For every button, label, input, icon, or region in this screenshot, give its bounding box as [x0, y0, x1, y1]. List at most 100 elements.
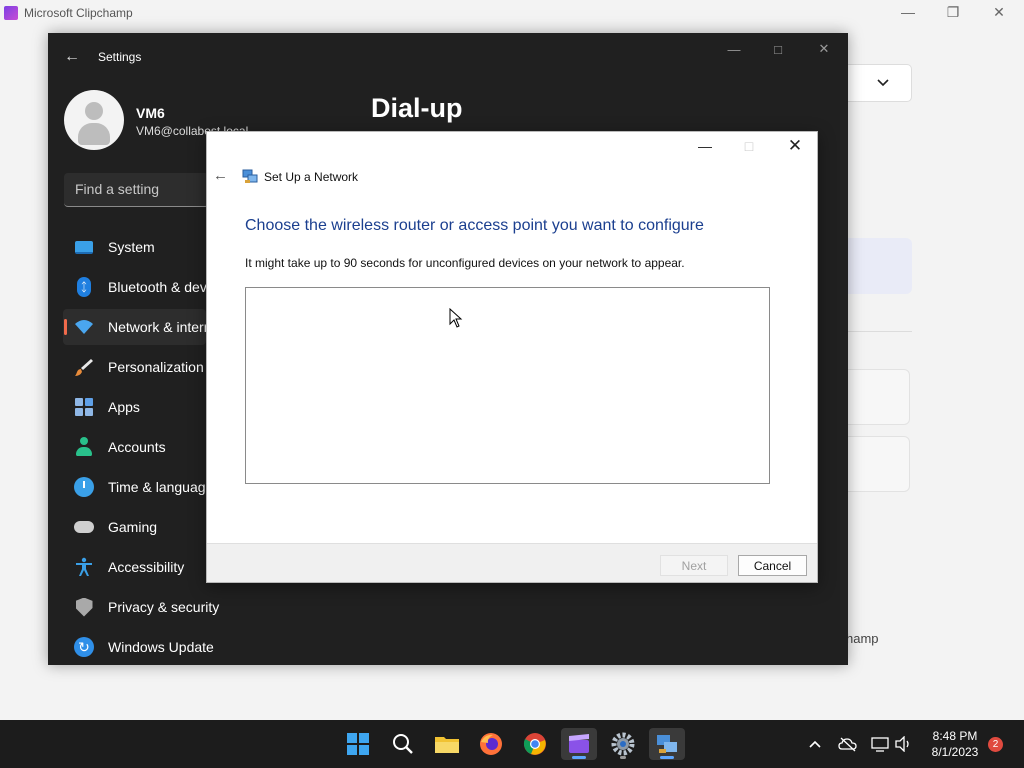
sidebar-item-label: Apps: [108, 399, 140, 415]
sidebar-item-apps[interactable]: Apps: [63, 389, 206, 425]
page-title: Dial-up: [371, 93, 463, 123]
running-indicator: [620, 756, 626, 759]
chrome-icon: [523, 733, 546, 755]
notification-badge[interactable]: 2: [988, 737, 1003, 752]
mouse-cursor-icon: [449, 308, 463, 328]
gear-icon: [611, 732, 635, 756]
clipchamp-logo-icon: [4, 6, 18, 20]
sidebar-item-label: Bluetooth & devices: [108, 279, 206, 295]
user-name: VM6: [136, 105, 165, 121]
folder-icon: [435, 737, 459, 753]
network-setup-taskbar-button[interactable]: [649, 728, 685, 760]
start-button[interactable]: [340, 728, 376, 760]
search-button[interactable]: [385, 728, 421, 760]
taskbar-clock[interactable]: 8:48 PM 8/1/2023: [920, 728, 990, 760]
clipchamp-highlight-card: [848, 238, 912, 294]
clipchamp-window-title: Microsoft Clipchamp: [24, 6, 133, 20]
ethernet-icon: [871, 737, 889, 752]
settings-minimize-button[interactable]: —: [714, 39, 754, 59]
speaker-icon: [895, 736, 909, 752]
dialog-minimize-button[interactable]: —: [683, 132, 727, 160]
search-icon: [393, 734, 413, 754]
sidebar-item-personalization[interactable]: Personalization: [63, 349, 206, 385]
shield-icon: [74, 597, 94, 617]
clipchamp-icon: [569, 734, 589, 753]
search-input[interactable]: [64, 173, 204, 205]
show-hidden-icons-button[interactable]: [808, 720, 822, 768]
sidebar-item-accounts[interactable]: Accounts: [63, 429, 206, 465]
dialog-footer: Next Cancel: [207, 543, 817, 582]
avatar-body: [78, 123, 110, 145]
running-indicator: [572, 756, 586, 759]
sidebar-item-accessibility[interactable]: Accessibility: [63, 549, 206, 585]
cloud-offline-icon: [838, 737, 857, 752]
settings-taskbar-button[interactable]: [605, 728, 641, 760]
chevron-up-icon: [809, 740, 821, 748]
accessibility-icon: [74, 557, 94, 577]
update-icon: ↻: [74, 637, 94, 657]
windows-logo-icon: [347, 733, 369, 755]
network-tray-button[interactable]: [871, 720, 889, 768]
clipchamp-restore-button[interactable]: ❐: [930, 0, 976, 24]
chrome-button[interactable]: [517, 728, 553, 760]
wifi-icon: [74, 317, 94, 337]
back-arrow-icon[interactable]: ←: [213, 167, 228, 184]
sidebar-item-label: Windows Update: [108, 639, 214, 655]
clipchamp-close-button[interactable]: ✕: [976, 0, 1022, 24]
running-indicator: [660, 756, 674, 759]
avatar[interactable]: [64, 90, 124, 150]
clipchamp-partial-text: hamp: [846, 631, 879, 646]
setup-network-dialog: — □ ✕ ← Set Up a Network Choose the wire…: [206, 131, 818, 583]
sidebar-item-gaming[interactable]: Gaming: [63, 509, 206, 545]
file-explorer-button[interactable]: [429, 728, 465, 760]
sidebar-item-windows-update[interactable]: ↻ Windows Update: [63, 629, 243, 665]
clipchamp-card[interactable]: [848, 436, 910, 492]
bluetooth-icon: ᛨ: [74, 277, 94, 297]
sidebar-item-time-language[interactable]: Time & language: [63, 469, 206, 505]
sidebar-item-network[interactable]: Network & internet: [63, 309, 206, 345]
sidebar-item-label: Accounts: [108, 439, 166, 455]
firefox-button[interactable]: [473, 728, 509, 760]
device-list[interactable]: [245, 287, 770, 484]
next-button[interactable]: Next: [660, 555, 728, 576]
sidebar-item-label: Network & internet: [108, 319, 206, 335]
search-box[interactable]: [64, 173, 209, 207]
volume-tray-button[interactable]: [895, 720, 913, 768]
chevron-down-icon: [877, 79, 889, 87]
firefox-icon: [480, 733, 502, 755]
clock-time: 8:48 PM: [932, 729, 978, 743]
dialog-heading: Choose the wireless router or access poi…: [245, 217, 704, 234]
dialog-close-button[interactable]: ✕: [773, 132, 817, 160]
clipchamp-divider: [848, 331, 912, 332]
settings-close-button[interactable]: ✕: [804, 39, 844, 59]
back-arrow-icon[interactable]: ←: [64, 48, 80, 66]
brush-icon: [74, 357, 94, 377]
dialog-title: Set Up a Network: [264, 170, 359, 184]
sidebar-item-label: Accessibility: [108, 559, 185, 575]
cancel-button[interactable]: Cancel: [738, 555, 807, 576]
dialog-description: It might take up to 90 seconds for uncon…: [245, 256, 685, 270]
sidebar-item-system[interactable]: System: [63, 229, 206, 265]
settings-maximize-button[interactable]: □: [758, 39, 798, 59]
sidebar-item-bluetooth[interactable]: ᛨ Bluetooth & devices: [63, 269, 206, 305]
taskbar: 8:48 PM 8/1/2023: [0, 720, 1024, 768]
clipchamp-dropdown[interactable]: [848, 64, 912, 102]
clipchamp-minimize-button[interactable]: —: [885, 0, 931, 24]
clipchamp-titlebar: Microsoft Clipchamp: [0, 0, 1024, 26]
clock-globe-icon: [74, 477, 94, 497]
network-setup-icon: [242, 169, 258, 183]
sidebar-item-label: Privacy & security: [108, 599, 220, 615]
network-setup-icon: [657, 735, 677, 753]
sidebar-item-privacy-security[interactable]: Privacy & security: [63, 589, 243, 625]
system-icon: [74, 237, 94, 257]
sidebar-item-label: Personalization: [108, 359, 204, 375]
onedrive-tray-button[interactable]: [838, 720, 858, 768]
gamepad-icon: [74, 517, 94, 537]
sidebar-item-label: System: [108, 239, 155, 255]
active-indicator: [64, 319, 67, 335]
clipchamp-card[interactable]: [848, 369, 910, 425]
settings-window-title: Settings: [98, 50, 142, 64]
avatar-head: [85, 102, 103, 120]
clipchamp-taskbar-button[interactable]: [561, 728, 597, 760]
clock-date: 8/1/2023: [931, 745, 979, 759]
